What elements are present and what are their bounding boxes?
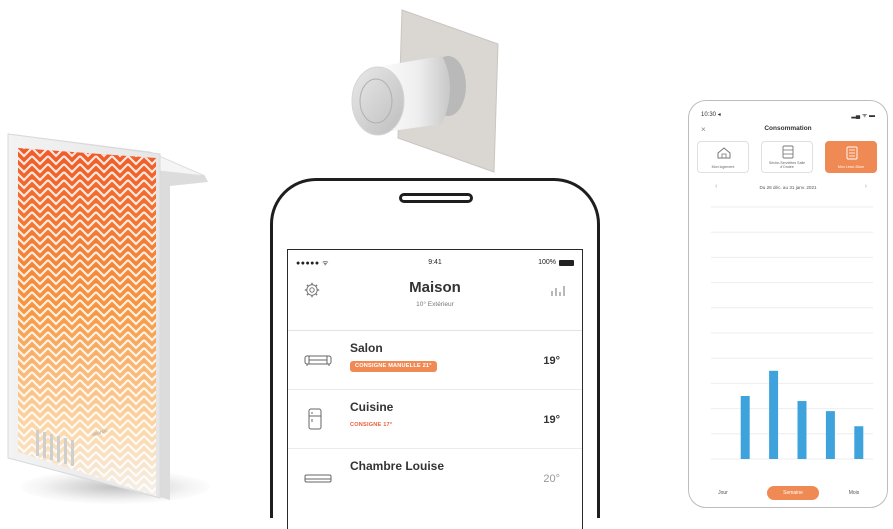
consumption-bar[interactable]	[854, 426, 864, 459]
bed-icon	[304, 471, 332, 490]
towel-dryer-icon	[782, 145, 794, 159]
tab-mon-logement[interactable]: Mon logement	[697, 141, 749, 173]
segment-semaine[interactable]: Semaine	[767, 486, 819, 500]
phone-screen: ●●●●● ᯤ 9:41 100% Maison 10° Extérieur S…	[287, 249, 583, 529]
segment-mois[interactable]: Mois	[835, 486, 873, 500]
phone-outline: ●●●●● ᯤ 9:41 100% Maison 10° Extérieur S…	[270, 178, 600, 529]
phone-speaker	[399, 193, 473, 203]
outdoor-temperature: 10° Extérieur	[416, 301, 454, 308]
consumption-bar[interactable]	[769, 370, 779, 459]
segment-jour[interactable]: Jour	[703, 486, 743, 500]
room-name: Salon	[350, 341, 383, 355]
status-bar: ●●●●● ᯤ 9:41 100%	[288, 259, 582, 271]
setpoint-label: CONSIGNE 17°	[350, 422, 393, 428]
status-bar: 10:30 ◂ ▂▄ ᯤ ▬	[701, 111, 875, 119]
device-tabs: Mon logement Sèche-Serviettes Salle d'On…	[697, 141, 879, 173]
fridge-icon	[308, 408, 322, 435]
battery-icon	[559, 260, 574, 266]
tab-label: Sèche-Serviettes Salle d'Ondée	[768, 161, 806, 169]
room-row-cuisine[interactable]: Cuisine CONSIGNE 17° 19°	[288, 390, 582, 449]
consumption-chart	[711, 206, 873, 460]
tab-towel-dryer[interactable]: Sèche-Serviettes Salle d'Ondée	[761, 141, 813, 173]
manual-setpoint-badge: CONSIGNE MANUELLE 21°	[350, 361, 437, 372]
status-time: 10:30 ◂	[701, 112, 721, 118]
room-row-salon[interactable]: Salon CONSIGNE MANUELLE 21° 19°	[288, 331, 582, 390]
battery-label: 100%	[538, 259, 556, 266]
radiator-icon	[846, 146, 858, 160]
thermostatic-head-device	[351, 9, 499, 173]
sofa-icon	[304, 353, 332, 372]
consumption-bar[interactable]	[825, 411, 835, 459]
room-temperature: 20°	[543, 473, 560, 485]
room-name: Chambre Louise	[350, 459, 445, 473]
house-icon	[717, 147, 731, 159]
home-header: Maison 10° Extérieur	[288, 272, 582, 331]
screen-title: Consommation	[764, 125, 812, 132]
room-temperature: 19°	[543, 355, 560, 367]
room-name: Cuisine	[350, 400, 394, 414]
period-segmented-control: Jour Semaine Mois	[703, 486, 873, 500]
room-temperature: 19°	[543, 414, 560, 426]
tab-radiator[interactable]: Mon Linvo 2Ikon	[825, 141, 877, 173]
consumption-bar[interactable]	[740, 396, 750, 459]
consumption-phone: 10:30 ◂ ▂▄ ᯤ ▬ × Consommation Mon logeme…	[688, 100, 888, 508]
radiator-device	[7, 133, 208, 500]
room-row-chambre-louise[interactable]: Chambre Louise 20°	[288, 449, 582, 507]
bar-chart-icon[interactable]	[550, 284, 566, 302]
consumption-bar[interactable]	[797, 401, 807, 459]
date-range: Du 28 déc. au 31 janv. 2021	[759, 185, 817, 190]
tab-label: Mon logement	[711, 165, 735, 169]
tab-label: Mon Linvo 2Ikon	[837, 165, 865, 169]
page-title: Maison	[409, 279, 461, 296]
next-period-icon[interactable]: ›	[865, 183, 867, 190]
signal-battery-icons: ▂▄ ᯤ ▬	[851, 113, 875, 119]
